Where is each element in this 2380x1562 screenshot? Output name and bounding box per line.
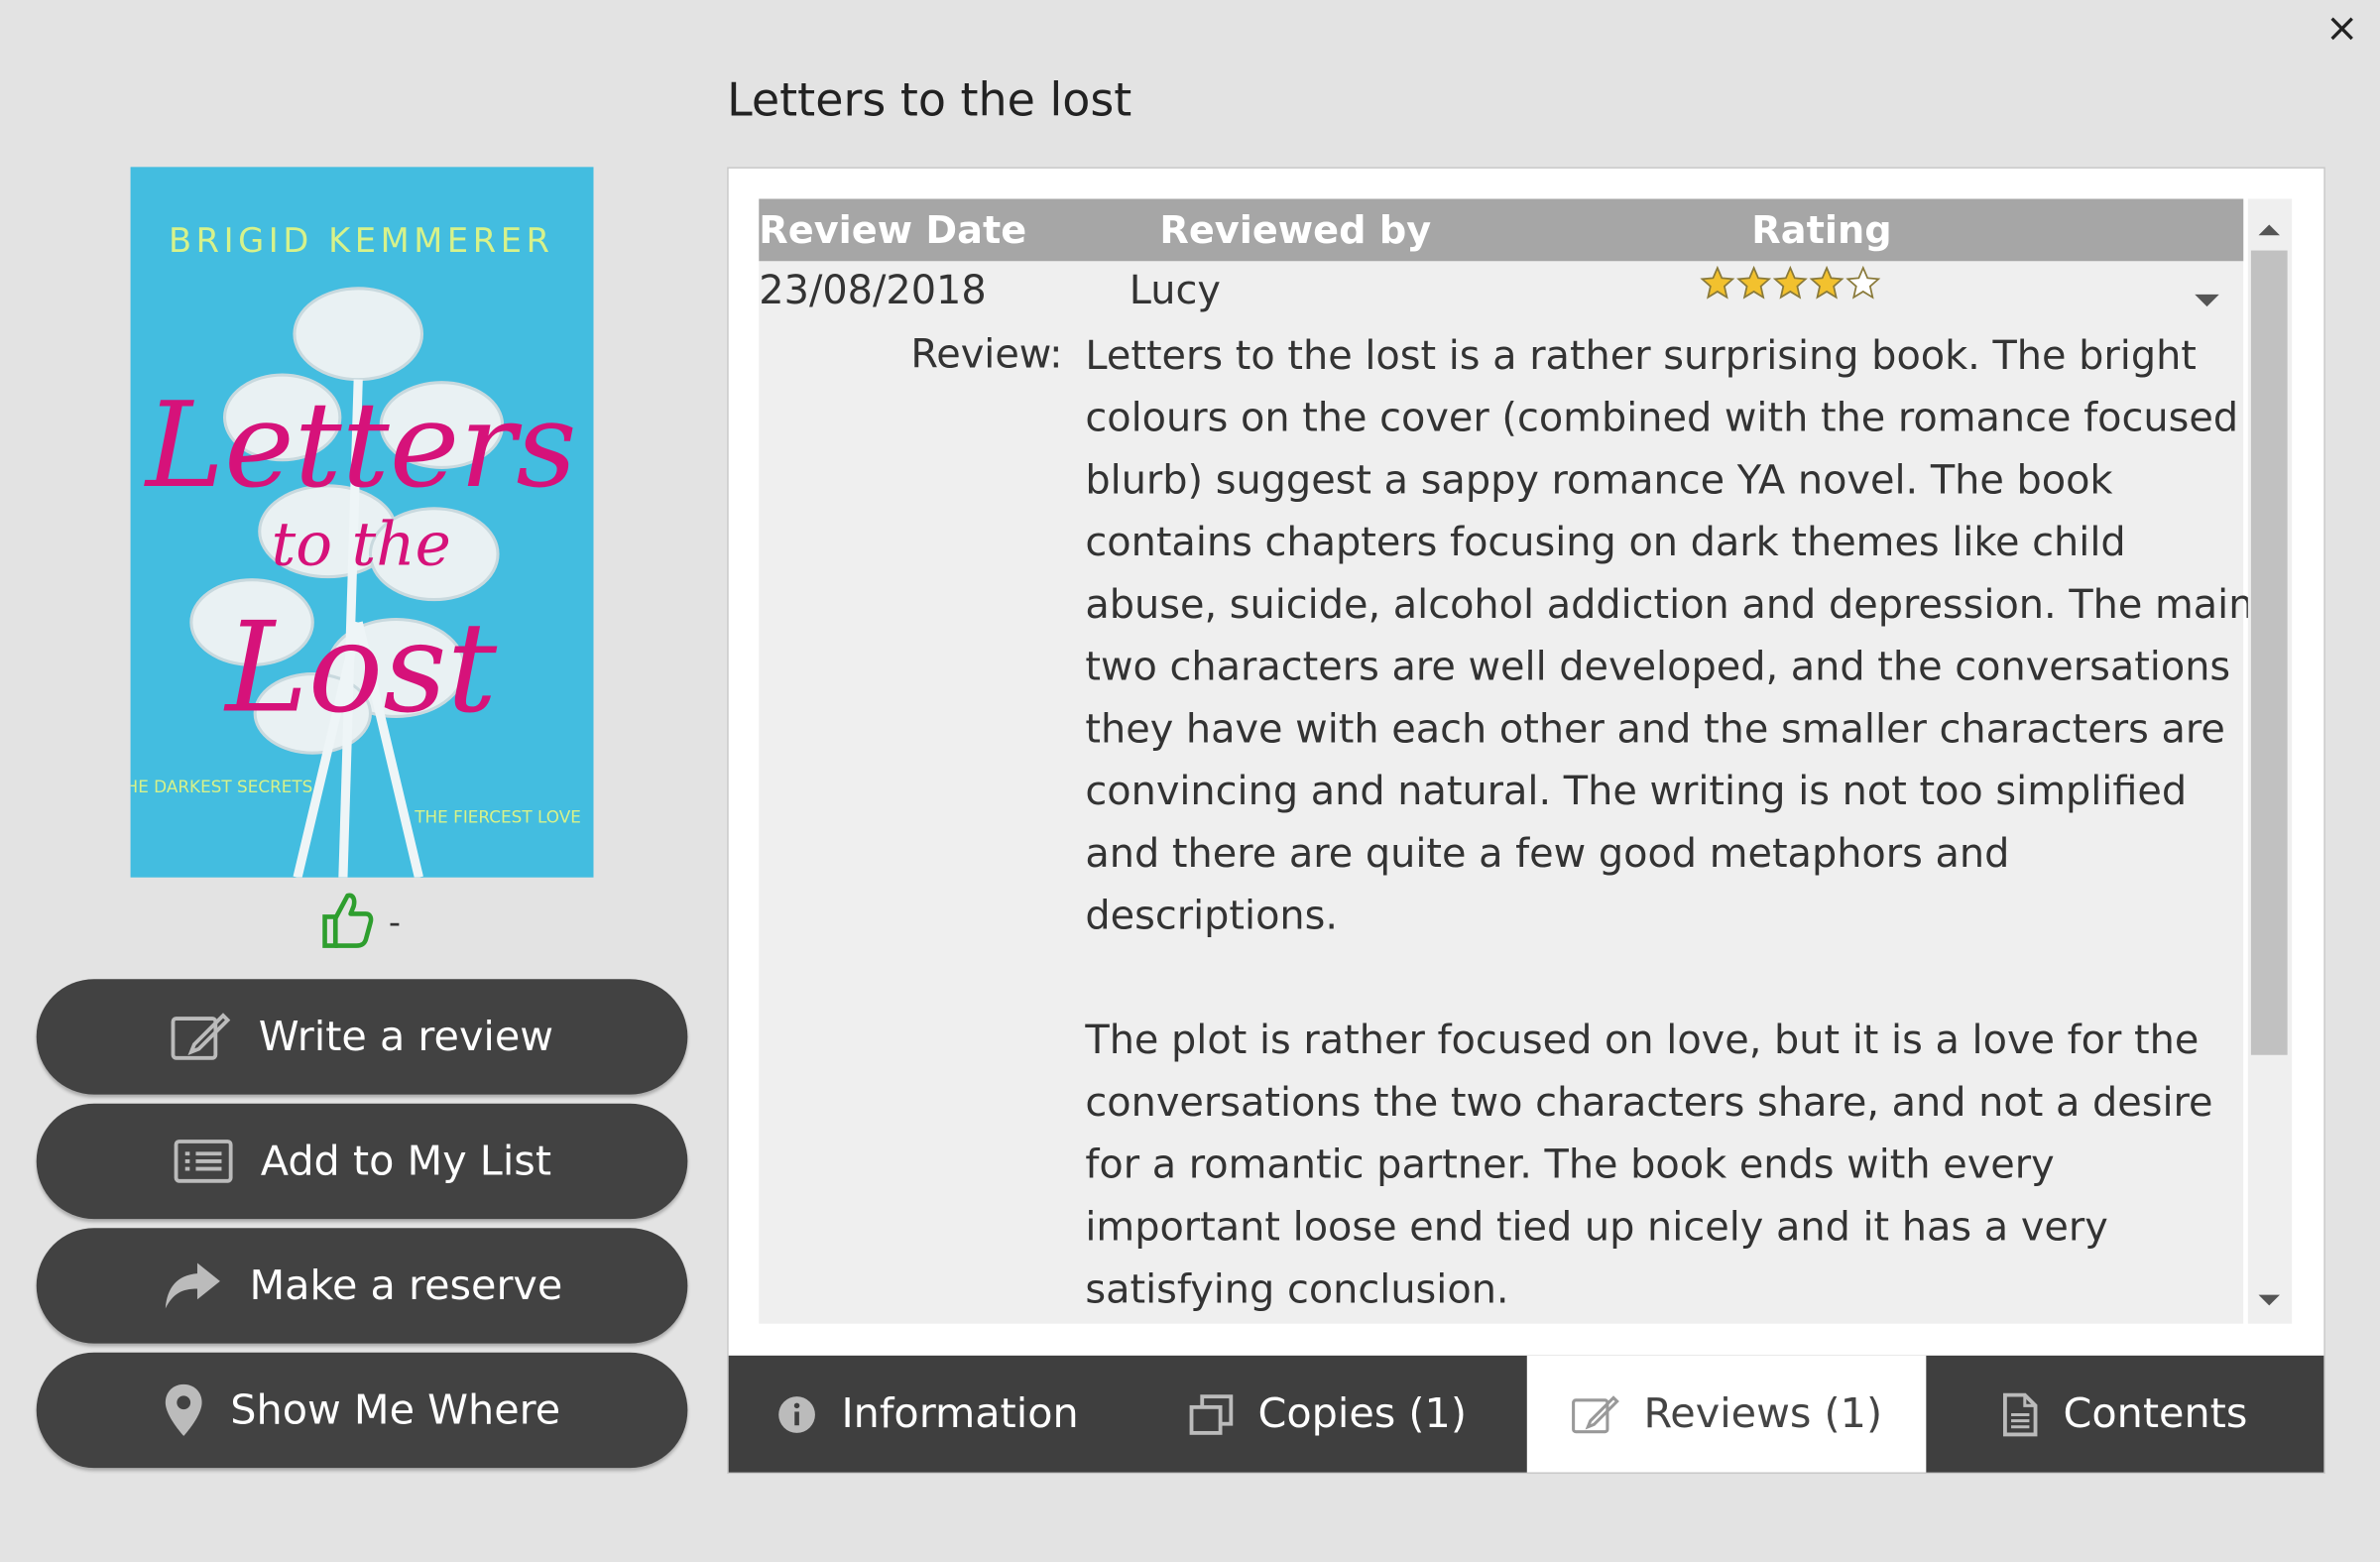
thumbs-up-icon[interactable] [318, 890, 376, 956]
review-paragraph: The plot is rather focused on love, but … [1085, 1019, 2213, 1313]
review-paragraph: Letters to the lost is a rather surprisi… [1085, 333, 2254, 940]
scroll-up-arrow-icon[interactable] [2257, 214, 2281, 243]
star-filled-icon [1700, 265, 1735, 300]
review-date: 23/08/2018 [759, 268, 987, 314]
column-header-rating[interactable]: Rating [1751, 208, 1891, 252]
show-me-where-label: Show Me Where [230, 1386, 561, 1434]
reviews-scrollbar[interactable] [2247, 198, 2293, 1324]
cover-title-line1: Letters [144, 377, 577, 515]
tab-copies[interactable]: Copies (1) [1128, 1356, 1527, 1473]
share-arrow-icon [162, 1260, 222, 1311]
like-count: - [388, 903, 402, 942]
copies-icon [1188, 1392, 1234, 1435]
page-title: Letters to the lost [727, 73, 1132, 128]
tab-bar: Information Copies (1) Reviews (1) Conte… [728, 1355, 2324, 1473]
close-button[interactable]: × [2317, 3, 2368, 55]
add-to-list-button[interactable]: Add to My List [36, 1103, 688, 1220]
star-filled-icon [1736, 265, 1772, 300]
scroll-down-arrow-icon[interactable] [2257, 1285, 2281, 1314]
tab-reviews[interactable]: Reviews (1) [1526, 1355, 1927, 1473]
expand-row-caret-icon[interactable] [2194, 287, 2221, 315]
tab-reviews-label: Reviews (1) [1643, 1390, 1883, 1438]
info-icon [777, 1394, 817, 1434]
tab-contents-label: Contents [2063, 1390, 2248, 1438]
tab-copies-label: Copies (1) [1257, 1390, 1467, 1438]
cover-title-line2: to the [272, 509, 451, 579]
cover-title-line3: Lost [223, 595, 497, 740]
book-cover-image: BRIGID KEMMERER Letters to the Lost THE … [130, 167, 594, 878]
add-to-list-label: Add to My List [260, 1138, 552, 1185]
edit-icon [1571, 1392, 1619, 1435]
close-icon[interactable]: × [2325, 6, 2358, 52]
column-header-review-date[interactable]: Review Date [759, 208, 1026, 252]
reviewer-name: Lucy [1129, 268, 1221, 314]
book-details-dialog: × Letters to the lost BRIGID KEMMERER Le… [0, 0, 2380, 1562]
write-review-button[interactable]: Write a review [36, 979, 688, 1095]
star-filled-icon [1772, 265, 1808, 300]
document-icon [2002, 1391, 2039, 1437]
tab-information-label: Information [841, 1390, 1079, 1438]
edit-icon [171, 1011, 231, 1062]
cover-author: BRIGID KEMMERER [169, 221, 554, 260]
cover-tagline-right: THE FIERCEST LOVE [414, 807, 581, 827]
review-text: Letters to the lost is a rather surprisi… [1085, 326, 2254, 1384]
cover-tagline-left: THE DARKEST SECRETS [131, 777, 313, 796]
list-icon [173, 1137, 233, 1185]
star-empty-icon [1845, 265, 1881, 300]
make-reserve-button[interactable]: Make a reserve [36, 1228, 688, 1344]
reviews-table: Review Date Reviewed by Rating 23/08/201… [759, 198, 2253, 1324]
map-pin-icon [164, 1382, 203, 1437]
scrollbar-thumb[interactable] [2250, 250, 2288, 1055]
make-reserve-label: Make a reserve [249, 1262, 563, 1310]
star-filled-icon [1809, 265, 1844, 300]
table-header: Review Date Reviewed by Rating [759, 198, 2244, 262]
tab-information[interactable]: Information [729, 1356, 1129, 1473]
review-label: Review: [910, 332, 1063, 379]
show-me-where-button[interactable]: Show Me Where [36, 1352, 688, 1469]
like-row: - [318, 890, 401, 956]
column-header-reviewed-by[interactable]: Reviewed by [1159, 208, 1431, 252]
tab-contents[interactable]: Contents [1926, 1356, 2323, 1473]
write-review-label: Write a review [258, 1013, 554, 1061]
rating-stars [1700, 265, 1881, 300]
